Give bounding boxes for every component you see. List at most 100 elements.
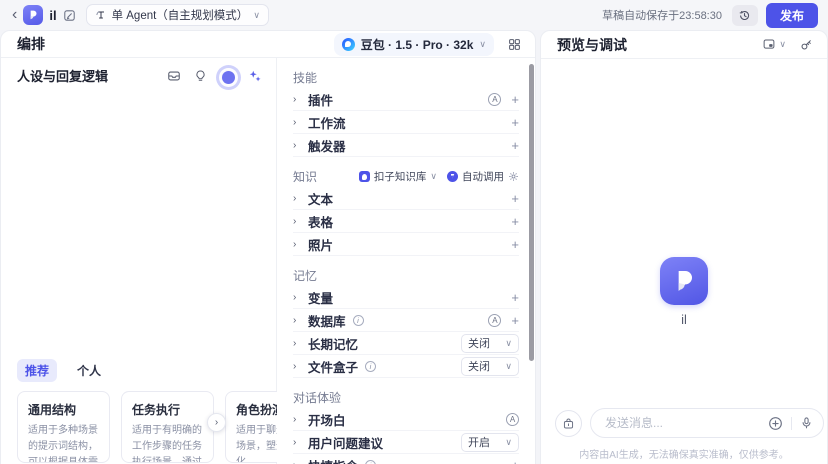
- chevron-right-icon[interactable]: ›: [293, 414, 301, 425]
- row-knowledge-photo[interactable]: › 照片 +: [293, 233, 519, 256]
- agent-mode-icon: [95, 11, 104, 19]
- template-card-general[interactable]: 通用结构 适用于多种场景的提示词结构，可以根据具体需求增删对应模块: [17, 391, 110, 463]
- tab-recommended[interactable]: 推荐: [17, 359, 58, 382]
- template-card-roleplay[interactable]: 角色扮演 适用于聊天娱乐场景，塑造个性化…: [225, 391, 277, 463]
- persona-title: 人设与回复逻辑: [17, 69, 109, 84]
- row-longterm-memory[interactable]: › 长期记忆 关闭 ∨: [293, 332, 519, 355]
- lightbulb-icon[interactable]: [194, 69, 207, 83]
- row-knowledge-text[interactable]: › 文本 +: [293, 187, 519, 210]
- message-input[interactable]: [605, 416, 760, 430]
- clear-context-icon: [563, 418, 574, 428]
- row-database[interactable]: › 数据库 i A +: [293, 309, 519, 332]
- publish-button[interactable]: 发布: [765, 2, 818, 28]
- back-button[interactable]: ‹: [8, 7, 21, 23]
- agent-mode-selector[interactable]: 单 Agent（自主规划模式） ∨: [85, 4, 269, 26]
- group-label-skills: 技能: [293, 71, 318, 85]
- agent-mode-label: 单 Agent（自主规划模式）: [111, 10, 249, 22]
- chevron-right-icon[interactable]: ›: [293, 460, 301, 464]
- ai-optimize-sparkle-icon[interactable]: [248, 69, 262, 83]
- add-text-icon[interactable]: +: [511, 192, 519, 205]
- topbar: ‹ il 单 Agent（自主规划模式） ∨ 草稿自动保存于23:58:30 发…: [0, 0, 828, 30]
- auto-invoke-icon[interactable]: A: [488, 92, 502, 106]
- bot-hero-name: il: [681, 312, 687, 327]
- chevron-right-icon[interactable]: ›: [293, 140, 301, 151]
- filebox-select[interactable]: 关闭 ∨: [461, 356, 519, 376]
- preview-panel: 预览与调试 ∨ il 发送消息... 内容由AI生成，无法确保真实准确，仅供参考…: [540, 30, 828, 464]
- info-icon: i: [352, 314, 364, 326]
- rename-icon[interactable]: [63, 9, 76, 22]
- config-column: 技能 › 插件 A + › 工作流 + › 触发器 + 知识 扣子知识库 ∨ 自…: [277, 58, 535, 464]
- persona-column: 人设与回复逻辑 推荐 个人 通用结构 适用于多种场景的提示词结构，可以根据具体需…: [1, 58, 277, 464]
- add-trigger-icon[interactable]: +: [511, 139, 519, 152]
- template-tabs: 推荐 个人: [1, 359, 276, 382]
- bot-logo-icon: [678, 271, 692, 291]
- row-knowledge-table[interactable]: › 表格 +: [293, 210, 519, 233]
- suggested-questions-select[interactable]: 开启 ∨: [461, 432, 519, 452]
- info-icon: i: [365, 360, 377, 372]
- chevron-down-icon: ∨: [505, 360, 512, 371]
- chevron-right-icon[interactable]: ›: [293, 239, 301, 250]
- row-shortcuts[interactable]: › 快捷指令 i +: [293, 454, 519, 464]
- bot-avatar-small: [23, 5, 44, 25]
- add-workflow-icon[interactable]: +: [511, 116, 519, 129]
- info-icon: i: [365, 460, 377, 464]
- bot-title: il: [49, 7, 57, 23]
- knowledge-base-selector[interactable]: 扣子知识库 ∨: [358, 169, 437, 184]
- api-key-icon[interactable]: [800, 38, 813, 51]
- chevron-right-icon[interactable]: ›: [293, 216, 301, 227]
- chevron-right-icon[interactable]: ›: [293, 292, 301, 303]
- message-input-pill[interactable]: [590, 408, 824, 438]
- window-icon: [764, 39, 775, 49]
- chevron-right-icon[interactable]: ›: [293, 315, 301, 326]
- model-settings-grid-icon[interactable]: [508, 38, 521, 51]
- row-triggers[interactable]: › 触发器 +: [293, 134, 519, 157]
- row-plugins[interactable]: › 插件 A +: [293, 88, 519, 111]
- add-plugin-icon[interactable]: +: [511, 93, 519, 106]
- auto-call-setting[interactable]: 自动调用: [447, 169, 519, 184]
- model-selector[interactable]: 豆包 · 1.5 · Pro · 32k ∨: [333, 32, 494, 56]
- doubao-model-icon: [341, 37, 355, 51]
- chevron-down-icon: ∨: [253, 9, 260, 20]
- group-label-memory: 记忆: [293, 269, 318, 283]
- add-table-icon[interactable]: +: [511, 215, 519, 228]
- input-divider: [791, 416, 792, 430]
- chevron-right-icon[interactable]: ›: [293, 361, 301, 372]
- microphone-icon[interactable]: [800, 416, 813, 430]
- row-workflows[interactable]: › 工作流 +: [293, 111, 519, 134]
- row-suggested-questions[interactable]: › 用户问题建议 开启 ∨: [293, 431, 519, 454]
- add-variable-icon[interactable]: +: [511, 291, 519, 304]
- add-database-icon[interactable]: +: [511, 314, 519, 327]
- gear-icon: [509, 172, 518, 181]
- prompt-library-icon[interactable]: [167, 69, 181, 83]
- chevron-down-icon: ∨: [505, 337, 512, 348]
- tab-personal[interactable]: 个人: [69, 359, 109, 382]
- chevron-right-icon[interactable]: ›: [293, 437, 301, 448]
- group-label-knowledge: 知识: [293, 170, 318, 184]
- carousel-next-button[interactable]: ›: [207, 413, 226, 432]
- template-card-task[interactable]: 任务执行 适用于有明确的工作步骤的任务执行场景，通过明确每一步骤的工作要求…: [121, 391, 214, 463]
- row-variables[interactable]: › 变量 +: [293, 286, 519, 309]
- chevron-right-icon[interactable]: ›: [293, 338, 301, 349]
- template-cards: 通用结构 适用于多种场景的提示词结构，可以根据具体需求增删对应模块 任务执行 适…: [1, 391, 277, 463]
- preview-window-selector[interactable]: ∨: [762, 38, 786, 51]
- chevron-right-icon[interactable]: ›: [293, 117, 301, 128]
- collaborator-presence-dot: [222, 71, 235, 84]
- auto-invoke-icon[interactable]: A: [488, 313, 502, 327]
- row-filebox[interactable]: › 文件盒子 i 关闭 ∨: [293, 355, 519, 378]
- preview-title: 预览与调试: [557, 36, 627, 53]
- chevron-down-icon: ∨: [479, 38, 486, 49]
- attach-plus-icon[interactable]: [768, 416, 783, 431]
- row-opening-dialog[interactable]: › 开场白 A: [293, 408, 519, 431]
- coze-kb-icon: [358, 171, 370, 182]
- chevron-right-icon[interactable]: ›: [293, 193, 301, 204]
- add-photo-icon[interactable]: +: [511, 238, 519, 251]
- version-history-button[interactable]: [731, 4, 758, 26]
- clear-context-button[interactable]: [555, 409, 582, 437]
- longterm-memory-select[interactable]: 关闭 ∨: [461, 333, 519, 353]
- add-shortcut-icon[interactable]: +: [511, 459, 519, 464]
- chevron-right-icon[interactable]: ›: [293, 94, 301, 105]
- auto-invoke-icon[interactable]: A: [506, 412, 519, 426]
- chevron-down-icon: ∨: [430, 171, 437, 181]
- orchestrate-panel: 编排 豆包 · 1.5 · Pro · 32k ∨ 人设与回复逻辑 推荐 个人 …: [0, 30, 536, 464]
- scrollbar-thumb[interactable]: [529, 64, 534, 361]
